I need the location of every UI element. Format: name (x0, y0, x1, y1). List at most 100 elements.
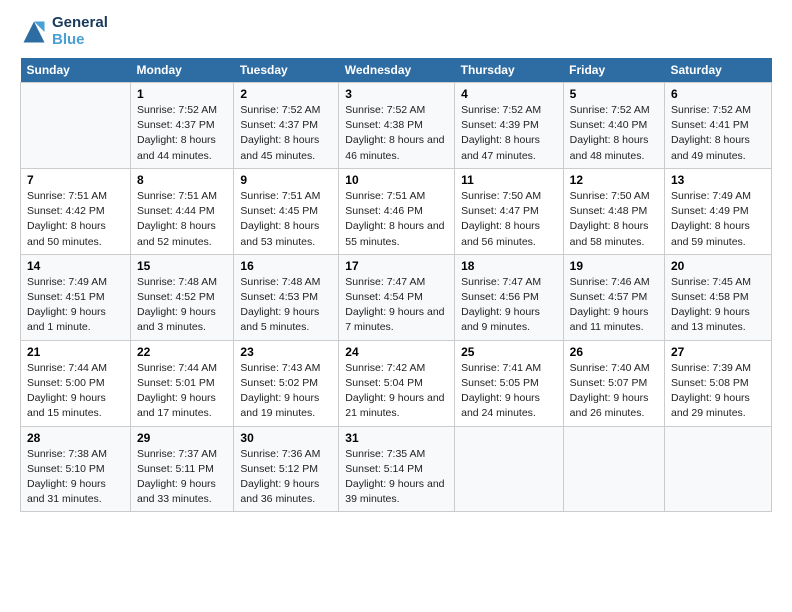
day-number: 8 (137, 173, 227, 187)
calendar-cell: 2 Sunrise: 7:52 AMSunset: 4:37 PMDaylight… (234, 83, 339, 169)
calendar-cell: 8 Sunrise: 7:51 AMSunset: 4:44 PMDaylight… (131, 168, 234, 254)
day-info: Sunrise: 7:50 AMSunset: 4:48 PMDaylight:… (570, 189, 658, 250)
day-info: Sunrise: 7:38 AMSunset: 5:10 PMDaylight:… (27, 447, 124, 508)
day-number: 15 (137, 259, 227, 273)
day-info: Sunrise: 7:50 AMSunset: 4:47 PMDaylight:… (461, 189, 557, 250)
header-day-saturday: Saturday (665, 58, 772, 83)
calendar-cell: 11 Sunrise: 7:50 AMSunset: 4:47 PMDayligh… (455, 168, 564, 254)
day-info: Sunrise: 7:52 AMSunset: 4:41 PMDaylight:… (671, 103, 765, 164)
day-number: 29 (137, 431, 227, 445)
day-info: Sunrise: 7:52 AMSunset: 4:39 PMDaylight:… (461, 103, 557, 164)
logo: General Blue (20, 15, 108, 48)
calendar-cell: 13 Sunrise: 7:49 AMSunset: 4:49 PMDayligh… (665, 168, 772, 254)
day-number: 26 (570, 345, 658, 359)
calendar-cell: 25Sunrise: 7:41 AMSunset: 5:05 PMDayligh… (455, 340, 564, 426)
day-number: 13 (671, 173, 765, 187)
calendar-cell (665, 426, 772, 512)
day-number: 17 (345, 259, 448, 273)
day-info: Sunrise: 7:41 AMSunset: 5:05 PMDaylight:… (461, 361, 557, 422)
day-info: Sunrise: 7:47 AMSunset: 4:54 PMDaylight:… (345, 275, 448, 336)
calendar-cell: 23 Sunrise: 7:43 AMSunset: 5:02 PMDayligh… (234, 340, 339, 426)
day-info: Sunrise: 7:45 AMSunset: 4:58 PMDaylight:… (671, 275, 765, 336)
day-number: 18 (461, 259, 557, 273)
calendar-cell: 22 Sunrise: 7:44 AMSunset: 5:01 PMDayligh… (131, 340, 234, 426)
day-info: Sunrise: 7:49 AMSunset: 4:49 PMDaylight:… (671, 189, 765, 250)
week-row-2: 14 Sunrise: 7:49 AMSunset: 4:51 PMDayligh… (21, 254, 772, 340)
calendar-cell: 28 Sunrise: 7:38 AMSunset: 5:10 PMDayligh… (21, 426, 131, 512)
day-number: 14 (27, 259, 124, 273)
logo-text: General Blue (52, 15, 108, 48)
calendar-cell: 10 Sunrise: 7:51 AMSunset: 4:46 PMDayligh… (339, 168, 455, 254)
calendar-cell: 24 Sunrise: 7:42 AMSunset: 5:04 PMDayligh… (339, 340, 455, 426)
header-day-monday: Monday (131, 58, 234, 83)
day-info: Sunrise: 7:52 AMSunset: 4:37 PMDaylight:… (240, 103, 332, 164)
calendar-cell (455, 426, 564, 512)
day-info: Sunrise: 7:52 AMSunset: 4:37 PMDaylight:… (137, 103, 227, 164)
calendar-cell: 19 Sunrise: 7:46 AMSunset: 4:57 PMDayligh… (563, 254, 664, 340)
day-number: 31 (345, 431, 448, 445)
calendar-cell: 16Sunrise: 7:48 AMSunset: 4:53 PMDayligh… (234, 254, 339, 340)
day-number: 10 (345, 173, 448, 187)
day-number: 6 (671, 87, 765, 101)
day-info: Sunrise: 7:49 AMSunset: 4:51 PMDaylight:… (27, 275, 124, 336)
day-number: 2 (240, 87, 332, 101)
day-number: 1 (137, 87, 227, 101)
day-number: 11 (461, 173, 557, 187)
day-info: Sunrise: 7:39 AMSunset: 5:08 PMDaylight:… (671, 361, 765, 422)
calendar-cell: 4 Sunrise: 7:52 AMSunset: 4:39 PMDaylight… (455, 83, 564, 169)
day-number: 23 (240, 345, 332, 359)
day-number: 27 (671, 345, 765, 359)
day-info: Sunrise: 7:51 AMSunset: 4:44 PMDaylight:… (137, 189, 227, 250)
calendar-cell: 29Sunrise: 7:37 AMSunset: 5:11 PMDayligh… (131, 426, 234, 512)
day-number: 9 (240, 173, 332, 187)
day-info: Sunrise: 7:51 AMSunset: 4:46 PMDaylight:… (345, 189, 448, 250)
calendar-cell: 7Sunrise: 7:51 AMSunset: 4:42 PMDaylight… (21, 168, 131, 254)
calendar-cell: 30Sunrise: 7:36 AMSunset: 5:12 PMDayligh… (234, 426, 339, 512)
day-info: Sunrise: 7:35 AMSunset: 5:14 PMDaylight:… (345, 447, 448, 508)
logo-icon (20, 18, 48, 46)
day-number: 7 (27, 173, 124, 187)
day-number: 4 (461, 87, 557, 101)
header-day-thursday: Thursday (455, 58, 564, 83)
calendar-cell: 27 Sunrise: 7:39 AMSunset: 5:08 PMDayligh… (665, 340, 772, 426)
page: General Blue SundayMondayTuesdayWednesda… (0, 0, 792, 612)
day-info: Sunrise: 7:47 AMSunset: 4:56 PMDaylight:… (461, 275, 557, 336)
day-info: Sunrise: 7:42 AMSunset: 5:04 PMDaylight:… (345, 361, 448, 422)
day-number: 28 (27, 431, 124, 445)
calendar-cell (21, 83, 131, 169)
day-info: Sunrise: 7:43 AMSunset: 5:02 PMDaylight:… (240, 361, 332, 422)
calendar-cell: 26 Sunrise: 7:40 AMSunset: 5:07 PMDayligh… (563, 340, 664, 426)
calendar-cell: 12 Sunrise: 7:50 AMSunset: 4:48 PMDayligh… (563, 168, 664, 254)
header: General Blue (20, 15, 772, 48)
day-number: 24 (345, 345, 448, 359)
day-info: Sunrise: 7:48 AMSunset: 4:52 PMDaylight:… (137, 275, 227, 336)
day-info: Sunrise: 7:52 AMSunset: 4:38 PMDaylight:… (345, 103, 448, 164)
calendar-cell: 14 Sunrise: 7:49 AMSunset: 4:51 PMDayligh… (21, 254, 131, 340)
day-number: 3 (345, 87, 448, 101)
calendar-cell: 20 Sunrise: 7:45 AMSunset: 4:58 PMDayligh… (665, 254, 772, 340)
calendar-cell: 3 Sunrise: 7:52 AMSunset: 4:38 PMDaylight… (339, 83, 455, 169)
day-number: 12 (570, 173, 658, 187)
day-info: Sunrise: 7:40 AMSunset: 5:07 PMDaylight:… (570, 361, 658, 422)
day-number: 22 (137, 345, 227, 359)
day-number: 20 (671, 259, 765, 273)
calendar-cell: 31 Sunrise: 7:35 AMSunset: 5:14 PMDayligh… (339, 426, 455, 512)
day-number: 19 (570, 259, 658, 273)
day-info: Sunrise: 7:44 AMSunset: 5:00 PMDaylight:… (27, 361, 124, 422)
calendar-cell: 15 Sunrise: 7:48 AMSunset: 4:52 PMDayligh… (131, 254, 234, 340)
week-row-1: 7Sunrise: 7:51 AMSunset: 4:42 PMDaylight… (21, 168, 772, 254)
day-info: Sunrise: 7:52 AMSunset: 4:40 PMDaylight:… (570, 103, 658, 164)
calendar-cell: 5 Sunrise: 7:52 AMSunset: 4:40 PMDaylight… (563, 83, 664, 169)
calendar-cell (563, 426, 664, 512)
calendar-table: SundayMondayTuesdayWednesdayThursdayFrid… (20, 58, 772, 512)
day-info: Sunrise: 7:51 AMSunset: 4:45 PMDaylight:… (240, 189, 332, 250)
day-info: Sunrise: 7:48 AMSunset: 4:53 PMDaylight:… (240, 275, 332, 336)
day-number: 21 (27, 345, 124, 359)
calendar-header-row: SundayMondayTuesdayWednesdayThursdayFrid… (21, 58, 772, 83)
day-info: Sunrise: 7:36 AMSunset: 5:12 PMDaylight:… (240, 447, 332, 508)
day-info: Sunrise: 7:44 AMSunset: 5:01 PMDaylight:… (137, 361, 227, 422)
week-row-0: 1 Sunrise: 7:52 AMSunset: 4:37 PMDaylight… (21, 83, 772, 169)
day-number: 5 (570, 87, 658, 101)
week-row-4: 28 Sunrise: 7:38 AMSunset: 5:10 PMDayligh… (21, 426, 772, 512)
day-info: Sunrise: 7:46 AMSunset: 4:57 PMDaylight:… (570, 275, 658, 336)
